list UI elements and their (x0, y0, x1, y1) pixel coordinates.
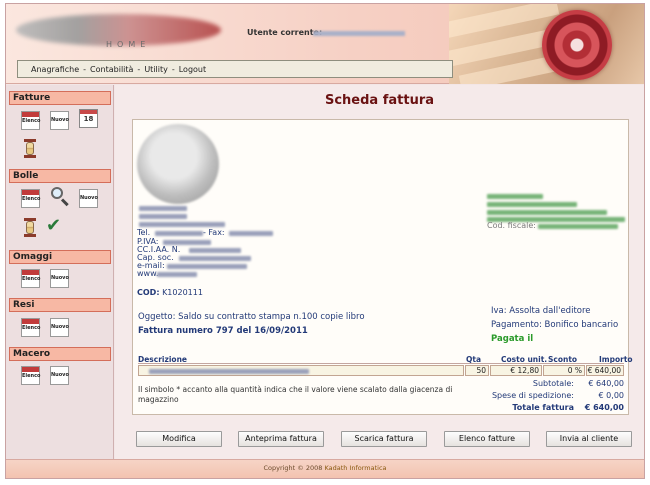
section-omaggi: Omaggi (9, 250, 111, 264)
rose-image (542, 10, 612, 80)
payment-info: Pagamento: Bonifico bancario (491, 320, 619, 330)
subtotal-value: € 640,00 (588, 379, 624, 388)
company-city-redacted (139, 222, 225, 227)
cod-line: COD: K1020111 (137, 288, 203, 297)
menu-logout[interactable]: Logout (179, 65, 206, 74)
app-frame: HOME Utente corrente: Anagrafiche - Cont… (5, 3, 645, 479)
menu-separator: - (137, 64, 141, 74)
www-label: www. (137, 269, 159, 278)
section-macero: Macero (9, 347, 111, 361)
main-menu: Anagrafiche - Contabilità - Utility - Lo… (17, 60, 453, 78)
shipping-value: € 0,00 (598, 391, 624, 400)
menu-anagrafiche[interactable]: Anagrafiche (31, 65, 79, 74)
fatture-elenco-icon[interactable]: Elenco (21, 111, 40, 130)
resi-nuovo-icon[interactable]: Nuovo (50, 318, 69, 337)
resi-elenco-icon[interactable]: Elenco (21, 318, 40, 337)
client-line-redacted (487, 202, 577, 207)
fax-value-redacted (229, 231, 273, 236)
email-value-redacted (167, 264, 247, 269)
fatture-nuovo-icon[interactable]: Nuovo (50, 111, 69, 130)
row-costo: € 12,80 (490, 365, 542, 376)
paid-status: Pagata il (491, 334, 534, 344)
client-address-redacted (487, 210, 607, 215)
checkmark-icon[interactable]: ✔ (46, 216, 65, 235)
bolle-elenco-icon[interactable]: Elenco (21, 189, 40, 208)
section-bolle: Bolle (9, 169, 111, 183)
cciaa-value-redacted (189, 248, 241, 253)
header-decoration (449, 4, 644, 84)
row-importo: € 640,00 (586, 365, 624, 376)
subtotal-label: Subtotale: (532, 379, 574, 388)
company-logo (137, 124, 219, 204)
row-qta: 50 (465, 365, 489, 376)
menu-separator: - (171, 64, 175, 74)
macero-nuovo-icon[interactable]: Nuovo (50, 366, 69, 385)
row-descrizione (138, 365, 464, 376)
hourglass-icon[interactable] (24, 218, 36, 237)
table-row: 50 € 12,80 0 % € 640,00 (138, 365, 624, 376)
footer: Copyright © 2008 Kadath Informatica (6, 459, 644, 478)
menu-utility[interactable]: Utility (144, 65, 168, 74)
description-redacted (149, 369, 309, 374)
menu-separator: - (83, 64, 87, 74)
modifica-button[interactable]: Modifica (136, 431, 222, 447)
invoice-number: Fattura numero 797 del 16/09/2011 (138, 326, 308, 336)
section-resi: Resi (9, 298, 111, 312)
total-value: € 640,00 (584, 403, 624, 412)
section-fatture: Fatture (9, 91, 111, 105)
table-header-divider (138, 363, 624, 364)
omaggi-elenco-icon[interactable]: Elenco (21, 269, 40, 288)
bolle-nuovo-icon[interactable]: Nuovo (79, 189, 98, 208)
total-label: Totale fattura (512, 403, 574, 412)
omaggi-nuovo-icon[interactable]: Nuovo (50, 269, 69, 288)
invia-cliente-button[interactable]: Invia al cliente (546, 431, 632, 447)
current-user-label: Utente corrente: (247, 28, 323, 37)
client-name-redacted (487, 194, 543, 199)
elenco-fatture-button[interactable]: Elenco fatture (444, 431, 530, 447)
shipping-label: Spese di spedizione: (491, 391, 574, 400)
page-title: Scheda fattura (324, 93, 435, 108)
row-sconto: 0 % (543, 365, 585, 376)
sidebar: Fatture Elenco Nuovo 18 Bolle Elenco Nuo… (6, 85, 114, 459)
tel-label: Tel. (137, 228, 151, 237)
footer-brand[interactable]: Kadath Informatica (324, 464, 386, 472)
anteprima-fattura-button[interactable]: Anteprima fattura (238, 431, 324, 447)
hourglass-icon[interactable] (24, 139, 36, 158)
menu-contabilita[interactable]: Contabilità (90, 65, 133, 74)
search-icon[interactable] (51, 187, 70, 207)
company-address-redacted (139, 214, 187, 219)
cf-label: Cod. fiscale: (487, 221, 536, 230)
fax-label: - Fax: (203, 228, 225, 237)
scarica-fattura-button[interactable]: Scarica fattura (341, 431, 427, 447)
header: HOME Utente corrente: Anagrafiche - Cont… (6, 4, 644, 84)
logo-text: HOME (106, 40, 151, 49)
company-name-redacted (139, 206, 187, 211)
iva-info: Iva: Assolta dall'editore (491, 306, 591, 316)
cf-value-redacted (538, 224, 618, 229)
quantity-note: Il simbolo * accanto alla quantità indic… (138, 385, 453, 404)
main-content: Scheda fattura Tel. - Fax: P.IVA: CC.I.A… (115, 85, 644, 459)
calendar-icon[interactable]: 18 (79, 109, 98, 128)
copyright-text: Copyright © 2008 (263, 464, 323, 472)
capsoc-value-redacted (179, 256, 251, 261)
invoice-card: Tel. - Fax: P.IVA: CC.I.AA. N. Cap. soc.… (132, 119, 633, 415)
www-value-redacted (157, 272, 197, 277)
tel-value-redacted (155, 231, 203, 236)
oggetto-line: Oggetto: Saldo su contratto stampa n.100… (138, 312, 365, 322)
current-user-value (313, 31, 405, 36)
macero-elenco-icon[interactable]: Elenco (21, 366, 40, 385)
